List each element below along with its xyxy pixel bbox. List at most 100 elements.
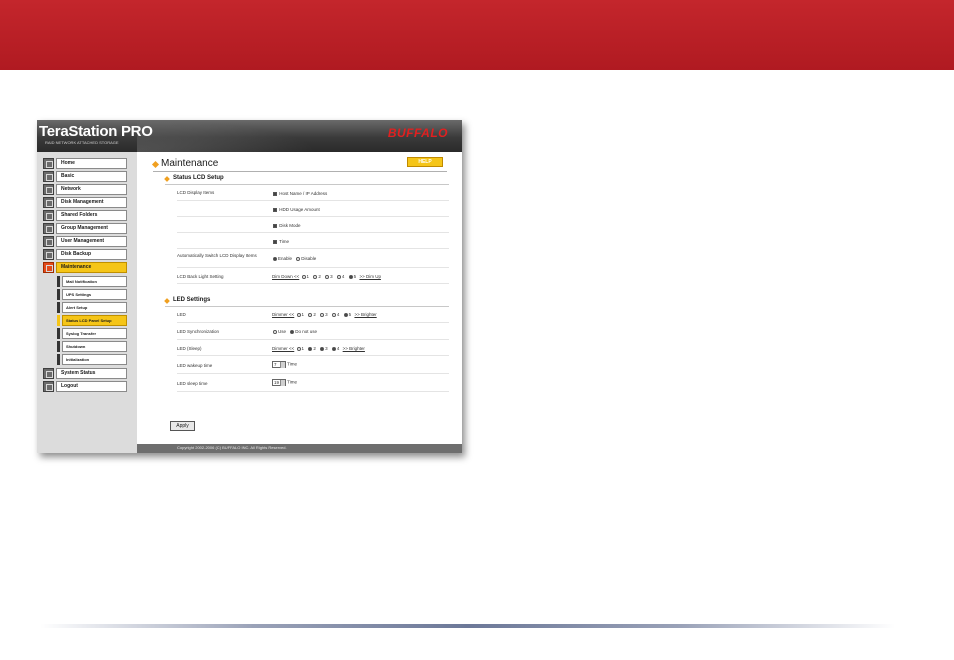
subitem-status-lcd-panel-setup[interactable]: Status LCD Panel Setup	[57, 315, 127, 326]
radio-sync-use[interactable]	[273, 329, 277, 334]
sidebar-item-label: Disk Backup	[56, 249, 127, 260]
radio-led-3[interactable]	[320, 312, 325, 317]
sidebar-item-system-status[interactable]: System Status	[43, 368, 127, 379]
sidebar-item-label: Basic	[56, 171, 127, 182]
sidebar-item-label: Home	[56, 158, 127, 169]
section-title-lcd: Status LCD Setup	[173, 175, 224, 181]
radio-disable[interactable]	[296, 256, 301, 261]
arrow-icon	[164, 298, 170, 304]
radio-sleep-4[interactable]	[331, 346, 336, 351]
checkbox-checked-icon	[273, 239, 277, 244]
apply-button[interactable]: Apply	[170, 421, 195, 431]
buffalo-logo: BUFFALO	[387, 126, 448, 140]
subitem-mail-notification[interactable]: Mail Notification	[57, 276, 127, 287]
radio-led-2[interactable]	[308, 312, 313, 317]
subitem-alert-setup[interactable]: Alert Setup	[57, 302, 127, 313]
radio-backlight-2[interactable]	[313, 274, 318, 279]
radio-backlight-3[interactable]	[325, 274, 330, 279]
radio-enable[interactable]	[273, 256, 277, 261]
led-sleep-time-control: 19 Time	[272, 379, 298, 386]
subitem-ups-settings[interactable]: UPS Settings	[57, 289, 127, 300]
disk-icon	[43, 197, 54, 208]
divider	[165, 184, 449, 185]
subitem-label: Initialization	[62, 354, 127, 365]
checkbox-checked-icon	[273, 191, 277, 196]
brand-name: TeraStation PRO	[39, 123, 153, 140]
sidebar-item-label: Logout	[56, 381, 127, 392]
sidebar-item-shared-folders[interactable]: Shared Folders	[43, 210, 127, 221]
checkbox-disk-mode[interactable]: Disk Mode	[272, 223, 301, 228]
sidebar-item-label: Network	[56, 184, 127, 195]
subitem-label: Shutdown	[62, 341, 127, 352]
wrench-icon	[43, 262, 54, 273]
sidebar-item-disk-management[interactable]: Disk Management	[43, 197, 127, 208]
subitem-shutdown[interactable]: Shutdown	[57, 341, 127, 352]
sidebar-item-network[interactable]: Network	[43, 184, 127, 195]
top-banner	[0, 0, 954, 70]
chevron-down-icon	[280, 362, 285, 368]
radio-led-4[interactable]	[331, 312, 336, 317]
dim-up-link[interactable]: >> Dim Up	[359, 274, 381, 279]
radio-led-1[interactable]	[296, 312, 301, 317]
sidebar-item-label: Disk Management	[56, 197, 127, 208]
subitem-initialization[interactable]: Initialization	[57, 354, 127, 365]
dimmer-link[interactable]: Dimmer <<	[272, 312, 294, 317]
chevron-down-icon	[280, 380, 285, 386]
sidebar-item-home[interactable]: Home	[43, 158, 127, 169]
radio-sleep-1[interactable]	[296, 346, 301, 351]
main-content: Maintenance HELP Status LCD Setup LCD Di…	[137, 152, 462, 444]
sidebar-item-user-management[interactable]: User Management	[43, 236, 127, 247]
dimmer-link[interactable]: Dimmer <<	[272, 346, 294, 351]
sidebar-item-label: Maintenance	[56, 262, 127, 273]
checkbox-hdd-usage[interactable]: HDD Usage Amount	[272, 207, 320, 212]
led-label: LED	[177, 312, 186, 317]
terastation-screenshot: TeraStation PRO RAID NETWORK ATTACHED ST…	[37, 120, 462, 453]
arrow-icon	[164, 176, 170, 182]
radio-sleep-2[interactable]	[308, 346, 313, 351]
radio-backlight-1[interactable]	[301, 274, 306, 279]
backup-icon	[43, 249, 54, 260]
backlight-label: LCD Back Light Setting	[177, 274, 224, 279]
sleep-time-select[interactable]: 19	[272, 379, 286, 386]
subitem-label: Mail Notification	[62, 276, 127, 287]
radio-backlight-4[interactable]	[336, 274, 341, 279]
radio-sync-do-not-use[interactable]	[290, 329, 295, 334]
copyright-text: Copyright 2002-2006 (C) BUFFALO INC. All…	[177, 445, 287, 450]
led-sleep-radio-group: Dimmer << 1 2 3 4 >> Brighter	[272, 346, 365, 351]
sidebar: Home Basic Network Disk Management Share…	[37, 152, 137, 453]
checkbox-host-name[interactable]: Host Name / IP Address	[272, 191, 327, 196]
radio-sleep-3[interactable]	[320, 346, 325, 351]
checkbox-checked-icon	[273, 207, 277, 212]
radio-backlight-5[interactable]	[348, 274, 353, 279]
brighter-link[interactable]: >> Brighter	[354, 312, 376, 317]
folder-icon	[43, 210, 54, 221]
sidebar-item-basic[interactable]: Basic	[43, 171, 127, 182]
sidebar-item-disk-backup[interactable]: Disk Backup	[43, 249, 127, 260]
sidebar-item-label: System Status	[56, 368, 127, 379]
led-sync-label: LED Synchronization	[177, 329, 220, 334]
led-radio-group: Dimmer << 1 2 3 4 5 >> Brighter	[272, 312, 377, 317]
subitem-label: UPS Settings	[62, 289, 127, 300]
page-title: Maintenance	[161, 158, 219, 169]
dim-down-link[interactable]: Dim Down <<	[272, 274, 299, 279]
brighter-link[interactable]: >> Brighter	[343, 346, 365, 351]
footer: Copyright 2002-2006 (C) BUFFALO INC. All…	[137, 444, 462, 453]
help-button[interactable]: HELP	[407, 157, 443, 167]
basic-icon	[43, 171, 54, 182]
led-wakeup-label: LED wakeup time	[177, 363, 213, 368]
led-sleep-label: LED (Sleep)	[177, 346, 202, 351]
sidebar-item-logout[interactable]: Logout	[43, 381, 127, 392]
sidebar-item-maintenance[interactable]: Maintenance	[43, 262, 127, 273]
sidebar-item-label: Shared Folders	[56, 210, 127, 221]
subitem-syslog-transfer[interactable]: Syslog Transfer	[57, 328, 127, 339]
wakeup-time-select[interactable]: 7	[272, 361, 286, 368]
logout-icon	[43, 381, 54, 392]
subitem-label: Status LCD Panel Setup	[62, 315, 127, 326]
slide: TeraStation PRO RAID NETWORK ATTACHED ST…	[0, 0, 954, 660]
subitem-label: Alert Setup	[62, 302, 127, 313]
radio-led-5[interactable]	[343, 312, 348, 317]
arrow-icon	[151, 160, 160, 169]
checkbox-time[interactable]: Time	[272, 239, 289, 244]
lcd-display-items-label: LCD Display Items	[177, 190, 215, 195]
sidebar-item-group-management[interactable]: Group Management	[43, 223, 127, 234]
